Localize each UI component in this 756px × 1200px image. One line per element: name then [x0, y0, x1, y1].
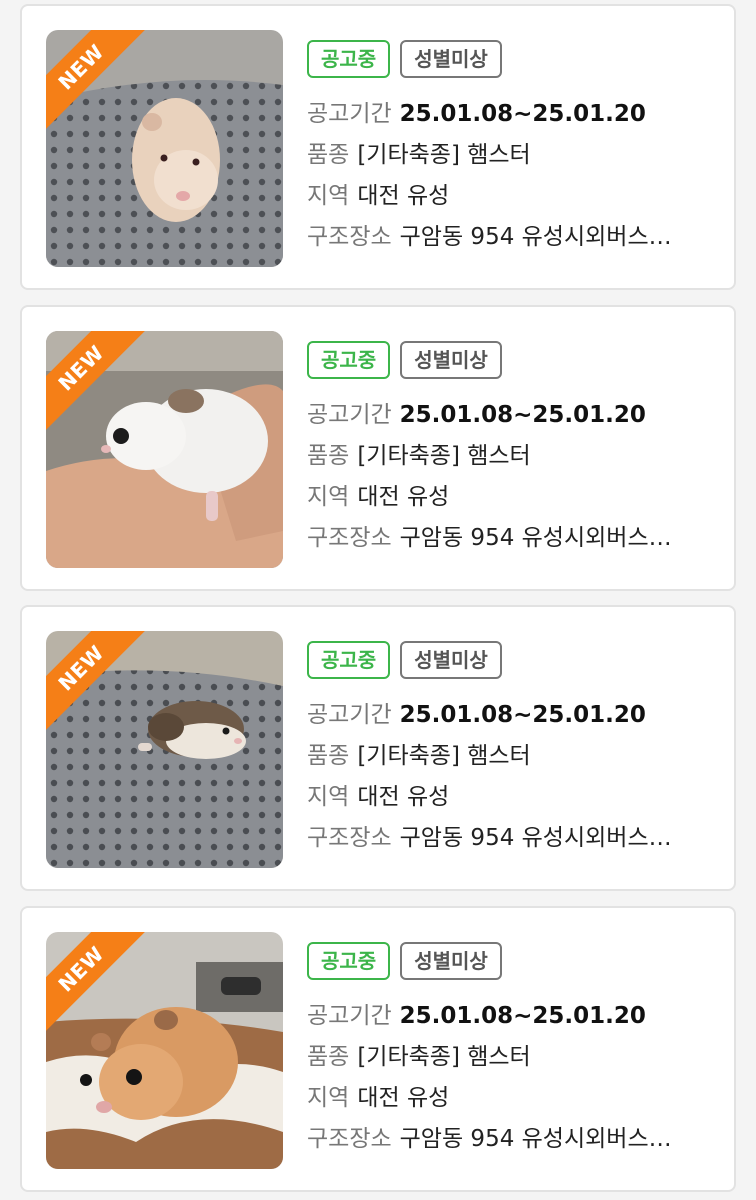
breed-row: 품종 [기타축종] 햄스터 [307, 141, 718, 170]
region-row: 지역 대전 유성 [307, 1084, 718, 1113]
period-value: 25.01.08~25.01.20 [399, 1003, 646, 1029]
animal-info: 공고중 성별미상 공고기간 25.01.08~25.01.20 품종 [기타축종] … [307, 641, 718, 853]
animal-info: 공고중 성별미상 공고기간 25.01.08~25.01.20 품종 [기타축종] … [307, 40, 718, 252]
region-label: 지역 [307, 183, 350, 209]
breed-value: [기타축종] 햄스터 [357, 443, 531, 469]
breed-value: [기타축종] 햄스터 [357, 743, 531, 769]
animal-card[interactable]: NEW 공고중 성별미상 공고기간 25.01.08~25.01.20 품종 [기타… [20, 4, 736, 290]
sex-badge: 성별미상 [400, 341, 502, 379]
sex-badge: 성별미상 [400, 40, 502, 78]
region-value: 대전 유성 [357, 784, 450, 810]
status-badge: 공고중 [307, 641, 391, 679]
animal-card[interactable]: NEW 공고중 성별미상 공고기간 25.01.08~25.01.20 품종 [기타… [20, 906, 736, 1192]
breed-label: 품종 [307, 443, 350, 469]
breed-row: 품종 [기타축종] 햄스터 [307, 442, 718, 471]
period-row: 공고기간 25.01.08~25.01.20 [307, 100, 718, 129]
region-label: 지역 [307, 784, 350, 810]
rescue-value: 구암동 954 유성시외버스… [399, 224, 672, 250]
sex-badge: 성별미상 [400, 942, 502, 980]
breed-value: [기타축종] 햄스터 [357, 142, 531, 168]
animal-info: 공고중 성별미상 공고기간 25.01.08~25.01.20 품종 [기타축종] … [307, 341, 718, 553]
rescue-value: 구암동 954 유성시외버스… [399, 1126, 672, 1152]
sex-badge: 성별미상 [400, 641, 502, 679]
animal-photo[interactable]: NEW [46, 331, 283, 568]
period-value: 25.01.08~25.01.20 [399, 402, 646, 428]
region-label: 지역 [307, 1085, 350, 1111]
period-label: 공고기간 [307, 101, 392, 127]
breed-row: 품종 [기타축종] 햄스터 [307, 1043, 718, 1072]
rescue-value: 구암동 954 유성시외버스… [399, 525, 672, 551]
region-row: 지역 대전 유성 [307, 483, 718, 512]
period-row: 공고기간 25.01.08~25.01.20 [307, 401, 718, 430]
breed-row: 품종 [기타축종] 햄스터 [307, 742, 718, 771]
rescue-label: 구조장소 [307, 224, 392, 250]
rescue-row: 구조장소 구암동 954 유성시외버스… [307, 1125, 718, 1154]
period-value: 25.01.08~25.01.20 [399, 702, 646, 728]
region-row: 지역 대전 유성 [307, 182, 718, 211]
animal-card[interactable]: NEW 공고중 성별미상 공고기간 25.01.08~25.01.20 품종 [기타… [20, 305, 736, 591]
status-badge: 공고중 [307, 341, 391, 379]
animal-photo[interactable]: NEW [46, 631, 283, 868]
animal-listing: NEW 공고중 성별미상 공고기간 25.01.08~25.01.20 품종 [기타… [0, 0, 756, 1200]
rescue-label: 구조장소 [307, 825, 392, 851]
animal-card[interactable]: NEW 공고중 성별미상 공고기간 25.01.08~25.01.20 품종 [기타… [20, 605, 736, 891]
region-value: 대전 유성 [357, 183, 450, 209]
rescue-row: 구조장소 구암동 954 유성시외버스… [307, 223, 718, 252]
region-row: 지역 대전 유성 [307, 783, 718, 812]
rescue-label: 구조장소 [307, 1126, 392, 1152]
breed-label: 품종 [307, 1044, 350, 1070]
period-value: 25.01.08~25.01.20 [399, 101, 646, 127]
rescue-row: 구조장소 구암동 954 유성시외버스… [307, 824, 718, 853]
period-row: 공고기간 25.01.08~25.01.20 [307, 1002, 718, 1031]
period-label: 공고기간 [307, 702, 392, 728]
region-value: 대전 유성 [357, 1085, 450, 1111]
rescue-label: 구조장소 [307, 525, 392, 551]
region-value: 대전 유성 [357, 484, 450, 510]
rescue-row: 구조장소 구암동 954 유성시외버스… [307, 524, 718, 553]
breed-value: [기타축종] 햄스터 [357, 1044, 531, 1070]
period-row: 공고기간 25.01.08~25.01.20 [307, 701, 718, 730]
animal-info: 공고중 성별미상 공고기간 25.01.08~25.01.20 품종 [기타축종] … [307, 942, 718, 1154]
period-label: 공고기간 [307, 402, 392, 428]
breed-label: 품종 [307, 743, 350, 769]
breed-label: 품종 [307, 142, 350, 168]
period-label: 공고기간 [307, 1003, 392, 1029]
status-badge: 공고중 [307, 40, 391, 78]
rescue-value: 구암동 954 유성시외버스… [399, 825, 672, 851]
animal-photo[interactable]: NEW [46, 30, 283, 267]
animal-photo[interactable]: NEW [46, 932, 283, 1169]
status-badge: 공고중 [307, 942, 391, 980]
region-label: 지역 [307, 484, 350, 510]
